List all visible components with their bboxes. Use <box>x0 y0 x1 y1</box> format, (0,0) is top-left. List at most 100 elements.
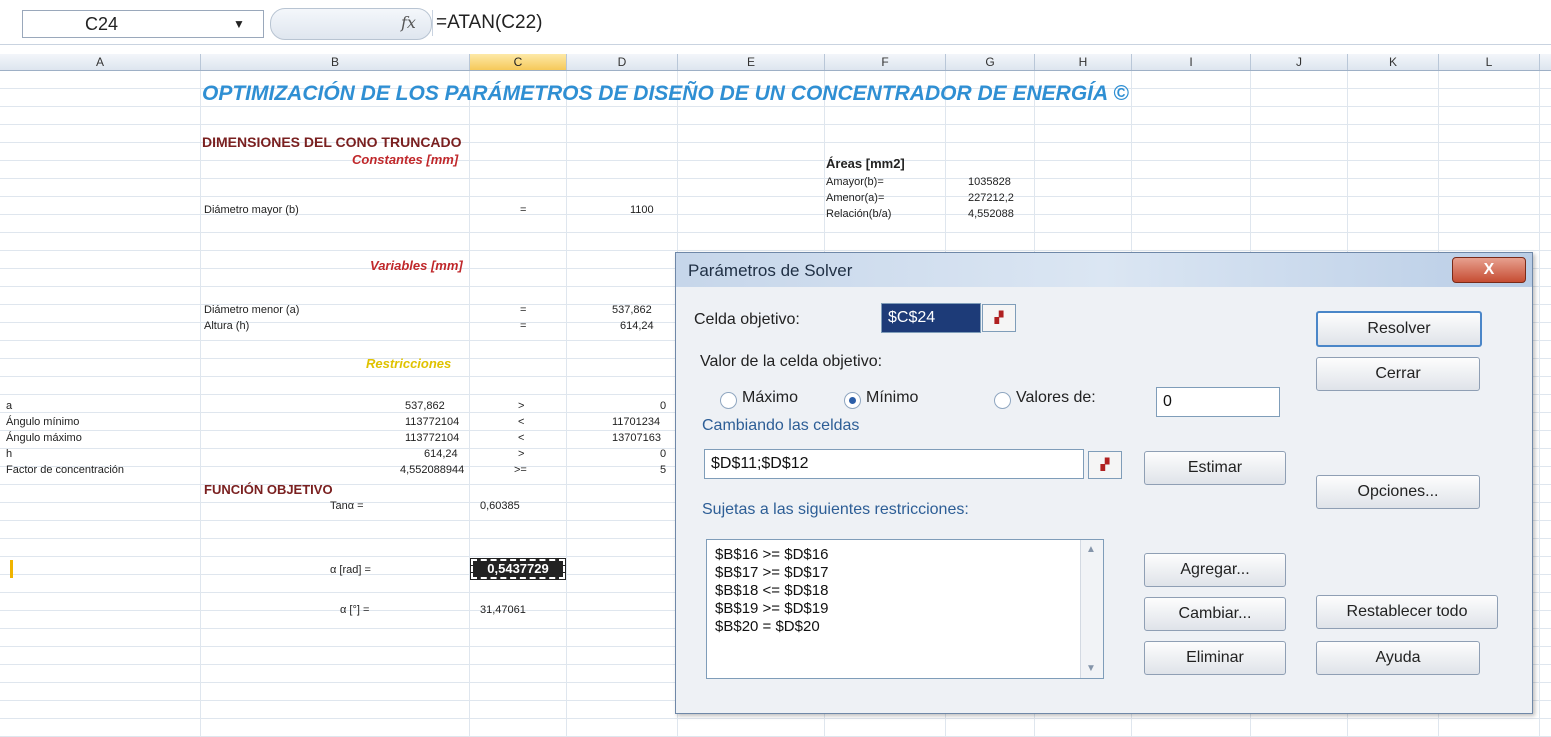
restriction-op: > <box>518 400 525 412</box>
altura-op: = <box>520 320 527 332</box>
restriction-limit[interactable]: 11701234 <box>612 416 660 428</box>
diametro-menor-value[interactable]: 537,862 <box>612 304 652 316</box>
row-marker <box>10 560 13 578</box>
insert-function-control[interactable]: fx <box>270 8 432 40</box>
restriction-value[interactable]: 113772104 <box>405 432 459 444</box>
scroll-up-icon[interactable]: ▲ <box>1086 544 1096 555</box>
estimar-button[interactable]: Estimar <box>1144 451 1286 485</box>
constantes-label: Constantes [mm] <box>352 152 459 167</box>
column-header-k[interactable]: K <box>1348 54 1439 70</box>
cerrar-button[interactable]: Cerrar <box>1316 357 1480 391</box>
dialog-title-bar[interactable]: Parámetros de Solver X <box>676 253 1532 287</box>
solver-dialog: Parámetros de Solver X Celda objetivo: $… <box>675 252 1533 714</box>
restriction-op: < <box>518 416 525 428</box>
selected-cell-c24[interactable]: 0,5437729 <box>470 558 566 580</box>
area-value[interactable]: 1035828 <box>968 176 1011 188</box>
name-box[interactable]: C24 ▼ <box>22 10 264 38</box>
column-header-j[interactable]: J <box>1251 54 1348 70</box>
collapse-dialog-icon[interactable]: ▞ <box>1088 451 1122 479</box>
diametro-mayor-op: = <box>520 204 527 216</box>
column-header-b[interactable]: B <box>201 54 470 70</box>
restricciones-label: Restricciones <box>366 356 452 371</box>
column-header-c[interactable]: C <box>470 54 567 70</box>
list-item[interactable]: $B$20 = $D$20 <box>715 618 820 635</box>
alpha-deg-value[interactable]: 31,47061 <box>480 604 526 616</box>
restriction-value[interactable]: 537,862 <box>405 400 445 412</box>
column-header-f[interactable]: F <box>825 54 946 70</box>
sheet-title: OPTIMIZACIÓN DE LOS PARÁMETROS DE DISEÑO… <box>202 82 1129 105</box>
column-header-g[interactable]: G <box>946 54 1035 70</box>
valores-de-radio[interactable] <box>994 392 1011 409</box>
valores-de-input[interactable]: 0 <box>1156 387 1280 417</box>
restriction-limit[interactable]: 13707163 <box>612 432 661 444</box>
tan-value[interactable]: 0,60385 <box>480 500 520 512</box>
gridline <box>200 71 201 737</box>
maximo-label[interactable]: Máximo <box>742 389 798 407</box>
minimo-label[interactable]: Mínimo <box>866 389 918 407</box>
cambiando-celdas-input[interactable]: $D$11;$D$12 <box>704 449 1084 479</box>
column-header-h[interactable]: H <box>1035 54 1132 70</box>
scrollbar[interactable]: ▲ ▼ <box>1080 540 1103 678</box>
column-header-e[interactable]: E <box>678 54 825 70</box>
funcion-objetivo-heading: FUNCIÓN OBJETIVO <box>204 482 333 497</box>
gridline <box>566 71 567 737</box>
list-item[interactable]: $B$18 <= $D$18 <box>715 582 828 599</box>
restriction-limit[interactable]: 0 <box>660 400 666 412</box>
tan-label: Tanα = <box>330 500 364 512</box>
celda-objetivo-input[interactable]: $C$24 <box>881 303 981 333</box>
chevron-down-icon[interactable]: ▼ <box>233 11 245 37</box>
valor-celda-label: Valor de la celda objetivo: <box>700 353 883 370</box>
celda-objetivo-label: Celda objetivo: <box>694 311 800 328</box>
gridline <box>1539 71 1540 737</box>
diametro-menor-op: = <box>520 304 527 316</box>
area-label: Relación(b/a) <box>826 208 892 220</box>
resolver-button[interactable]: Resolver <box>1316 311 1482 347</box>
valores-de-label[interactable]: Valores de: <box>1016 389 1096 407</box>
restriction-label: a <box>6 400 13 412</box>
column-header-l[interactable]: L <box>1439 54 1540 70</box>
divider <box>432 10 433 36</box>
agregar-button[interactable]: Agregar... <box>1144 553 1286 587</box>
list-item[interactable]: $B$16 >= $D$16 <box>715 546 828 563</box>
area-value[interactable]: 227212,2 <box>968 192 1014 204</box>
altura-value[interactable]: 614,24 <box>620 320 654 332</box>
restriction-op: >= <box>514 464 527 476</box>
scroll-down-icon[interactable]: ▼ <box>1086 663 1096 674</box>
area-value[interactable]: 4,552088 <box>968 208 1014 220</box>
cambiar-button[interactable]: Cambiar... <box>1144 597 1286 631</box>
restriction-label: Ángulo mínimo <box>6 416 80 428</box>
diametro-mayor-value[interactable]: 1100 <box>630 204 654 216</box>
column-header-d[interactable]: D <box>567 54 678 70</box>
collapse-dialog-icon[interactable]: ▞ <box>982 304 1016 332</box>
ayuda-button[interactable]: Ayuda <box>1316 641 1480 675</box>
minimo-radio[interactable] <box>844 392 861 409</box>
restriction-value[interactable]: 614,24 <box>424 448 458 460</box>
column-header-i[interactable]: I <box>1132 54 1251 70</box>
eliminar-button[interactable]: Eliminar <box>1144 641 1286 675</box>
opciones-button[interactable]: Opciones... <box>1316 475 1480 509</box>
list-item[interactable]: $B$19 >= $D$19 <box>715 600 828 617</box>
constraints-list[interactable]: $B$16 >= $D$16 $B$17 >= $D$17 $B$18 <= $… <box>706 539 1104 679</box>
formula-input[interactable]: =ATAN(C22) <box>436 12 542 34</box>
fx-icon[interactable]: fx <box>401 13 416 32</box>
gridline <box>469 71 470 737</box>
areas-heading: Áreas [mm2] <box>826 156 905 171</box>
column-header-a[interactable]: A <box>0 54 201 70</box>
restriction-limit[interactable]: 5 <box>660 464 666 476</box>
restriction-label: Factor de concentración <box>6 464 125 476</box>
area-label: Amenor(a)= <box>826 192 885 204</box>
close-button[interactable]: X <box>1452 257 1526 283</box>
restriction-op: > <box>518 448 525 460</box>
column-header-row: A B C D E F G H I J K L <box>0 54 1551 71</box>
restriction-op: < <box>518 432 525 444</box>
variables-label: Variables [mm] <box>370 258 463 273</box>
dimensions-heading: DIMENSIONES DEL CONO TRUNCADO <box>202 134 462 150</box>
dialog-title: Parámetros de Solver <box>688 261 853 280</box>
restriction-value[interactable]: 113772104 <box>405 416 459 428</box>
restablecer-todo-button[interactable]: Restablecer todo <box>1316 595 1498 629</box>
restriction-value[interactable]: 4,552088944 <box>400 464 464 476</box>
maximo-radio[interactable] <box>720 392 737 409</box>
sujetas-restricciones-label: Sujetas a las siguientes restricciones: <box>702 501 969 518</box>
list-item[interactable]: $B$17 >= $D$17 <box>715 564 828 581</box>
restriction-limit[interactable]: 0 <box>660 448 666 460</box>
